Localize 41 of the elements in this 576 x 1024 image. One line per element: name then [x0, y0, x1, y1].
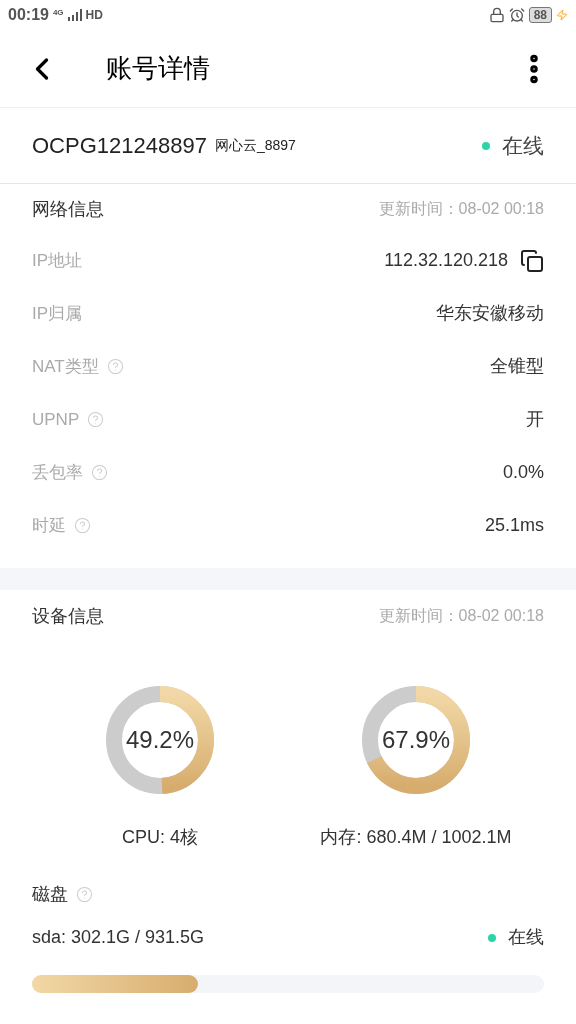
info-label: 时延 [32, 514, 66, 537]
disk-usage: sda: 302.1G / 931.5G [32, 926, 206, 949]
info-value: 0.0% [502, 461, 544, 484]
status-time: 00:19 [8, 5, 49, 25]
info-label: 丢包率 [32, 461, 83, 484]
info-value: 全锥型 [490, 355, 544, 378]
gauge-reading: 49.2% [125, 725, 195, 755]
help-icon[interactable] [74, 517, 91, 534]
info-label: IP地址 [32, 249, 83, 272]
info-value: 25.1ms [484, 514, 544, 537]
help-icon[interactable] [91, 464, 108, 481]
disk-title: 磁盘 [32, 883, 68, 906]
help-icon[interactable] [87, 411, 105, 428]
update-time: 更新时间：08-02 00:18 [378, 199, 544, 219]
section-title: 设备信息 [32, 604, 104, 628]
charging-icon [556, 8, 568, 22]
info-label: NAT类型 [32, 355, 99, 378]
status-text: 在线 [502, 132, 544, 159]
info-label: IP归属 [32, 302, 83, 325]
section-title: 网络信息 [32, 197, 104, 221]
gauge-caption: 内存: 680.4M / 1002.1M [320, 826, 512, 849]
account-name: 网心云_8897 [214, 136, 297, 155]
signal-icon [67, 9, 82, 21]
rotation-lock-icon [488, 7, 505, 23]
update-time: 更新时间：08-02 00:18 [378, 606, 544, 626]
gauge-caption: CPU: 4核 [122, 826, 198, 849]
status-text: 在线 [508, 926, 544, 949]
page-title: 账号详情 [106, 52, 211, 85]
info-label: UPNP [32, 408, 80, 431]
alarm-icon [508, 7, 525, 23]
info-value: 开 [526, 408, 544, 431]
network-type: 4G [52, 7, 64, 19]
account-id: OCPG121248897 [32, 132, 207, 160]
help-icon[interactable] [76, 886, 93, 903]
copy-icon[interactable] [520, 248, 544, 273]
gauge-reading: 67.9% [381, 725, 451, 755]
help-icon[interactable] [106, 358, 124, 375]
battery-indicator: 88 [528, 7, 552, 23]
hd-indicator: HD [85, 7, 103, 24]
info-value: 112.32.120.218 [384, 249, 508, 272]
info-value: 华东安徽移动 [436, 302, 544, 325]
